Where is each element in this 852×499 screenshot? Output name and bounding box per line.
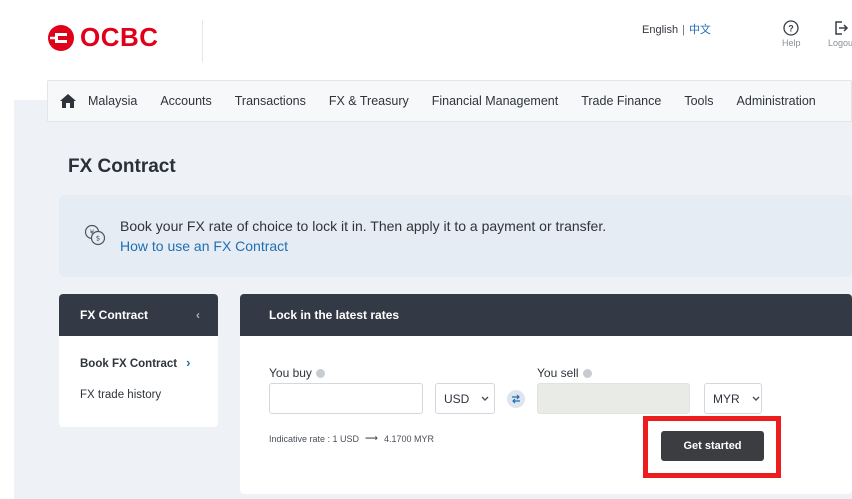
banner-text: Book your FX rate of choice to lock it i… [120, 218, 607, 234]
you-sell-label: You sell [537, 366, 592, 380]
info-icon[interactable] [315, 368, 325, 378]
sidebar-item-book-fx-contract[interactable]: Book FX Contract › [80, 355, 190, 370]
lang-english[interactable]: English [642, 24, 678, 36]
svg-text:?: ? [789, 24, 795, 34]
language-switcher: English | 中文 [642, 21, 711, 37]
header-divider [202, 20, 203, 62]
nav-item-malaysia[interactable]: Malaysia [88, 94, 137, 108]
swap-icon [512, 394, 520, 404]
indicative-rate: Indicative rate : 1 USD ⟶ 4.1700 MYR [269, 433, 434, 444]
nav-item-fx-treasury[interactable]: FX & Treasury [329, 94, 409, 108]
you-sell-input [537, 383, 690, 414]
svg-text:$: $ [96, 235, 100, 243]
nav-item-accounts[interactable]: Accounts [160, 94, 211, 108]
card-header: Lock in the latest rates [240, 294, 852, 336]
chevron-down-icon [752, 396, 760, 401]
help-label: Help [782, 38, 801, 48]
sidebar-item-fx-trade-history[interactable]: FX trade history [80, 389, 161, 401]
arrow-right-icon: ⟶ [365, 433, 378, 443]
help-icon: ? [783, 20, 799, 36]
nav-item-tools[interactable]: Tools [684, 94, 713, 108]
help-button[interactable]: ? Help [782, 20, 801, 48]
swap-currency-button[interactable] [507, 390, 525, 408]
collapse-chevron-icon[interactable]: ‹ [196, 308, 200, 322]
sidebar-title: FX Contract [80, 308, 149, 322]
rate-from: Indicative rate : 1 USD [269, 433, 360, 444]
you-buy-text: You buy [269, 366, 312, 380]
lang-separator: | [682, 24, 685, 36]
currency-exchange-icon: ¥ $ [84, 224, 106, 246]
nav-item-trade-finance[interactable]: Trade Finance [581, 94, 661, 108]
buy-currency-value: USD [444, 391, 470, 406]
nav-item-transactions[interactable]: Transactions [235, 94, 306, 108]
nav-item-financial-management[interactable]: Financial Management [432, 94, 558, 108]
you-sell-text: You sell [537, 366, 579, 380]
home-button[interactable] [48, 93, 88, 109]
svg-text:¥: ¥ [90, 229, 95, 237]
buy-currency-select[interactable]: USD [435, 383, 495, 414]
main-nav: Malaysia Accounts Transactions FX & Trea… [47, 80, 852, 122]
you-buy-label: You buy [269, 366, 325, 380]
lang-chinese[interactable]: 中文 [689, 23, 711, 36]
chevron-down-icon [481, 396, 489, 401]
top-header: OCBC English | 中文 ? Help Logou [0, 0, 852, 78]
ocbc-logo-icon [46, 23, 76, 53]
sell-currency-select[interactable]: MYR [704, 383, 762, 414]
nav-item-administration[interactable]: Administration [737, 94, 816, 108]
sidebar-item-label: Book FX Contract [80, 358, 178, 370]
ocbc-logo[interactable]: OCBC [46, 22, 159, 53]
info-banner: ¥ $ Book your FX rate of choice to lock … [59, 195, 852, 277]
highlight-box [643, 416, 781, 478]
how-to-link[interactable]: How to use an FX Contract [120, 238, 288, 254]
chevron-right-icon: › [186, 355, 191, 370]
page-title: FX Contract [68, 156, 176, 177]
you-buy-input[interactable] [269, 383, 423, 414]
logout-button[interactable]: Logou [828, 20, 852, 48]
sidebar-item-label: FX trade history [80, 389, 162, 401]
rate-to: 4.1700 MYR [383, 433, 434, 444]
sidebar-header: FX Contract ‹ [59, 294, 218, 336]
brand-name: OCBC [80, 22, 159, 52]
fx-sidebar: FX Contract ‹ Book FX Contract › FX trade… [59, 294, 218, 427]
logout-label: Logou [828, 38, 852, 48]
home-icon [60, 94, 76, 108]
info-icon[interactable] [582, 368, 592, 378]
sell-currency-value: MYR [713, 391, 740, 406]
logout-icon [834, 21, 848, 35]
